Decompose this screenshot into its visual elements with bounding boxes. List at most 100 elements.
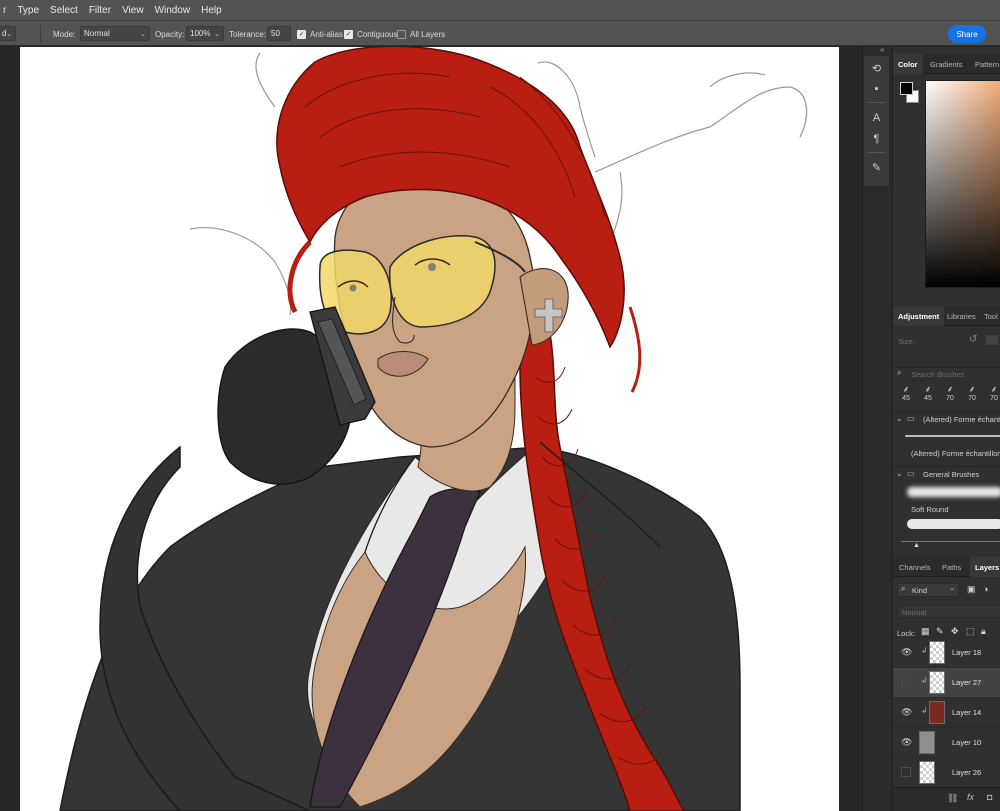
brush-group-general[interactable]: ⌄ ▭ General Brushes (893, 466, 1000, 482)
document-canvas[interactable] (20, 47, 839, 811)
tab-layers[interactable]: Layers (970, 557, 1000, 577)
link-layers-icon[interactable]: ⛓︎ (947, 793, 958, 804)
paragraph-icon[interactable]: ¶ (869, 132, 884, 147)
layer-name[interactable]: Layer 27 (952, 678, 981, 687)
opacity-value: 100% (190, 29, 211, 38)
brush-size-field[interactable] (985, 335, 999, 345)
color-panel-tabs: Color Gradients Pattern (893, 54, 1000, 74)
slider-thumb-icon[interactable]: ▲ (913, 542, 920, 549)
lock-pixels-icon[interactable]: ✎ (936, 626, 944, 637)
visibility-off-box[interactable] (901, 767, 911, 777)
layer-thumbnail (929, 701, 945, 724)
brush-preset[interactable]: ⸙ 70 (941, 384, 959, 406)
lock-position-icon[interactable]: ✥ (951, 626, 959, 637)
menu-layer-fragment[interactable]: r (0, 5, 9, 16)
menu-select[interactable]: Select (47, 5, 81, 16)
lock-artboard-icon[interactable]: ⬚ (966, 626, 975, 637)
checkbox-unchecked-icon[interactable] (397, 29, 406, 39)
lock-transparent-icon[interactable]: ▦ (921, 626, 930, 637)
add-mask-icon[interactable]: ◘ (987, 792, 992, 802)
menu-help[interactable]: Help (198, 5, 225, 16)
eye-icon[interactable]: 👁︎ (901, 646, 913, 658)
layer-row[interactable]: 👁︎ ↲ Layer 18 (893, 637, 1000, 667)
menu-filter[interactable]: Filter (86, 5, 114, 16)
lock-all-icon[interactable]: 🔒︎ (981, 626, 986, 637)
chevron-down-icon: ⌄ (949, 585, 955, 592)
mode-select[interactable]: Normal ⌄ (80, 26, 150, 41)
tool-preset-picker[interactable]: d ⌄ (0, 26, 16, 41)
layer-name[interactable]: Layer 18 (952, 648, 981, 657)
chevron-down-icon: ⌄ (140, 30, 146, 38)
brush-search[interactable]: ⌕ Search Brushes (893, 367, 1000, 381)
history-icon[interactable]: ⟲ (869, 62, 884, 77)
brush-name[interactable]: Soft Round (911, 505, 949, 514)
menu-bar: r Type Select Filter View Window Help (0, 0, 1000, 20)
brush-preset-size: 70 (946, 395, 954, 402)
tab-color[interactable]: Color (893, 54, 923, 74)
character-icon[interactable]: A (869, 111, 884, 126)
anti-alias-label: Anti-alias (310, 29, 343, 39)
divider (868, 102, 885, 103)
menu-window[interactable]: Window (152, 5, 194, 16)
foreground-color-swatch[interactable] (900, 82, 913, 95)
eye-icon[interactable]: 👁︎ (901, 706, 913, 718)
reset-icon[interactable]: ↺ (969, 334, 977, 345)
clipping-mask-icon: ↲ (921, 646, 928, 655)
tab-libraries[interactable]: Libraries (947, 306, 976, 326)
brush-preset[interactable]: ⸙ 45 (897, 384, 915, 406)
chevron-down-icon: ⌄ (896, 469, 903, 478)
all-layers-label: All Layers (410, 29, 446, 39)
all-layers-option[interactable]: All Layers (397, 21, 445, 47)
opacity-field[interactable]: 100% ⌄ (186, 26, 224, 41)
opacity-label: Opacity: (155, 29, 185, 39)
blend-mode-select[interactable]: Normal (897, 605, 1000, 618)
layer-style-icon[interactable]: fx (967, 792, 974, 802)
filter-image-icon[interactable]: ▣ (967, 584, 976, 595)
layer-name[interactable]: Layer 10 (952, 738, 981, 747)
layer-row[interactable]: 👁︎ ↲ Layer 14 (893, 697, 1000, 727)
brush-group-name: (Altered) Forme échantil (923, 415, 1000, 424)
folder-icon: ▭ (907, 469, 915, 478)
layer-name[interactable]: Layer 26 (952, 768, 981, 777)
visibility-off-box[interactable] (901, 677, 911, 687)
share-button[interactable]: Share (948, 25, 986, 43)
collapse-arrows-icon[interactable]: « (880, 45, 884, 54)
tab-tool-presets[interactable]: Tool (984, 306, 998, 326)
contiguous-option[interactable]: ✓ Contiguous (344, 21, 397, 47)
checkbox-checked-icon[interactable]: ✓ (297, 29, 306, 39)
filter-adjustment-icon[interactable]: ◑ (983, 584, 988, 594)
tolerance-field[interactable]: 50 (267, 26, 291, 41)
brush-group-altered[interactable]: ⌄ ▭ (Altered) Forme échantil (893, 411, 1000, 427)
layer-name[interactable]: Layer 14 (952, 708, 981, 717)
tab-gradients[interactable]: Gradients (930, 54, 963, 74)
anti-alias-option[interactable]: ✓ Anti-alias (297, 21, 343, 47)
layer-filter-select[interactable]: ⌕ Kind ⌄ (897, 583, 959, 597)
layer-filter-label: Kind (912, 586, 928, 595)
tab-channels[interactable]: Channels (899, 557, 931, 577)
layer-row[interactable]: 👁︎ Layer 10 (893, 727, 1000, 757)
tab-patterns[interactable]: Pattern (975, 54, 999, 74)
brush-preset[interactable]: ⸙ 70 (985, 384, 1000, 406)
brush-name[interactable]: (Altered) Forme échantillon (911, 449, 1000, 458)
menu-view[interactable]: View (119, 5, 147, 16)
options-bar: d ⌄ Mode: Normal ⌄ Opacity: 100% ⌄ Toler… (0, 20, 1000, 46)
checkbox-checked-icon[interactable]: ✓ (344, 29, 353, 39)
tab-adjustments[interactable]: Adjustment (893, 306, 945, 326)
right-panels: Color Gradients Pattern Adjustment Libra… (892, 47, 1000, 811)
brush-search-placeholder: Search Brushes (911, 370, 965, 379)
brush-tip-icon: ⸙ (946, 384, 954, 394)
comments-icon[interactable]: ▪ (869, 82, 884, 97)
color-picker-field[interactable] (925, 80, 1000, 288)
folder-icon: ▭ (907, 414, 915, 423)
brush-preset[interactable]: ⸙ 45 (919, 384, 937, 406)
layer-row[interactable]: Layer 26 (893, 757, 1000, 787)
artwork-illustration (59, 47, 808, 811)
menu-type[interactable]: Type (14, 5, 42, 16)
brush-stroke-preview (907, 487, 1000, 497)
layer-row[interactable]: ↲ Layer 27 (893, 667, 1000, 697)
brush-preset[interactable]: ⸙ 70 (963, 384, 981, 406)
eye-icon[interactable]: 👁︎ (901, 736, 913, 748)
canvas-area[interactable] (0, 47, 862, 811)
tab-paths[interactable]: Paths (942, 557, 961, 577)
brush-settings-icon[interactable]: ✎ (869, 161, 884, 176)
